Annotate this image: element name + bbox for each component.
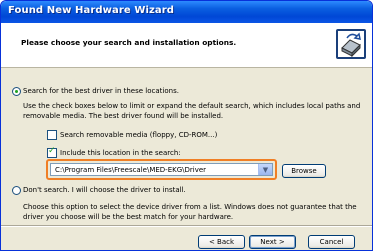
removable-media-label[interactable]: Search removable media (floppy, CD-ROM..… — [60, 131, 217, 139]
include-location-checkbox[interactable] — [47, 146, 57, 158]
search-option-description: Use the check boxes below to limit or ex… — [23, 102, 361, 120]
window-title: Found New Hardware Wizard — [8, 5, 175, 16]
location-combobox[interactable]: C:\Program Files\Freescale\MED-EKG\Drive… — [50, 163, 273, 176]
include-location-label[interactable]: Include this location in the search: — [60, 149, 181, 157]
cancel-button[interactable]: Cancel — [308, 235, 355, 249]
next-button[interactable]: Next > — [249, 235, 296, 249]
cancel-button-label: Cancel — [319, 238, 344, 246]
location-value: C:\Program Files\Freescale\MED-EKG\Drive… — [55, 166, 207, 174]
hardware-wizard-icon — [336, 29, 366, 59]
manual-option-description: Choose this option to select the device … — [23, 203, 357, 221]
wizard-window: Found New Hardware Wizard Please choose … — [0, 0, 373, 251]
back-button-label: < Back — [208, 238, 235, 246]
browse-button-label: Browse — [291, 167, 317, 175]
button-divider — [1, 225, 372, 227]
back-button[interactable]: < Back — [198, 235, 245, 249]
page-heading: Please choose your search and installati… — [21, 38, 237, 47]
chevron-down-icon[interactable]: ▼ — [258, 164, 272, 175]
manual-option-label[interactable]: Don't search. I will choose the driver t… — [23, 186, 186, 194]
browse-button[interactable]: Browse — [282, 164, 326, 178]
search-option-label[interactable]: Search for the best driver in these loca… — [23, 87, 179, 95]
removable-media-checkbox[interactable] — [47, 130, 57, 140]
next-button-label: Next > — [260, 238, 285, 246]
wizard-header: Please choose your search and installati… — [1, 23, 372, 68]
title-bar[interactable]: Found New Hardware Wizard — [1, 1, 372, 23]
search-option-radio[interactable] — [12, 87, 21, 96]
manual-option-radio[interactable] — [12, 186, 21, 195]
